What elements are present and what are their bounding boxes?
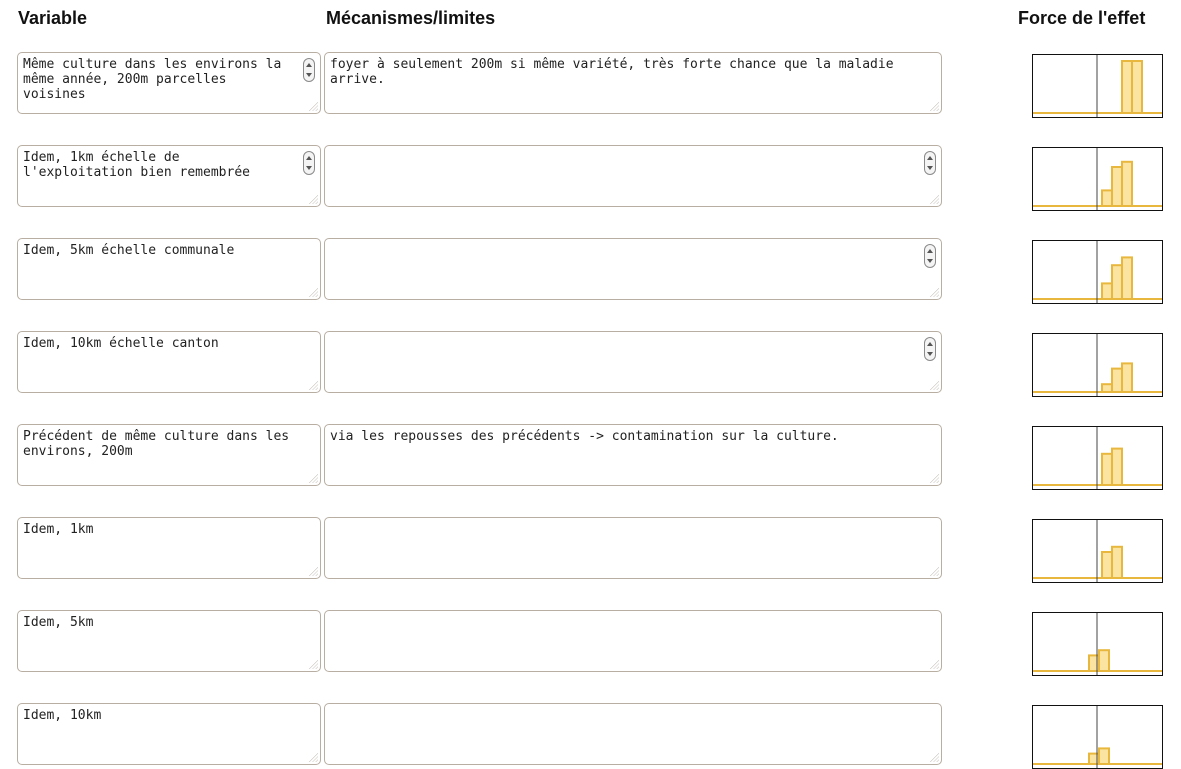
mechanism-textarea[interactable] bbox=[324, 331, 942, 393]
resize-grip-icon[interactable] bbox=[309, 195, 318, 204]
variable-text: Idem, 5km bbox=[23, 615, 94, 630]
table-row: Idem, 10km échelle canton bbox=[0, 331, 1181, 397]
chart-bar bbox=[1111, 447, 1123, 487]
mechanism-textarea[interactable] bbox=[324, 238, 942, 300]
chart-bar bbox=[1121, 256, 1133, 300]
table-row: Idem, 10km bbox=[0, 703, 1181, 769]
resize-grip-icon[interactable] bbox=[309, 474, 318, 483]
chart-bar bbox=[1101, 282, 1113, 301]
variable-text: Idem, 1km bbox=[23, 522, 94, 537]
chart-bar bbox=[1131, 60, 1143, 114]
chart-bar bbox=[1101, 452, 1113, 486]
scroll-stepper-icon[interactable] bbox=[303, 151, 315, 175]
table-row: Idem, 1km bbox=[0, 517, 1181, 583]
resize-grip-icon[interactable] bbox=[930, 660, 939, 669]
scroll-stepper-icon[interactable] bbox=[303, 58, 315, 82]
resize-grip-icon[interactable] bbox=[309, 381, 318, 390]
effect-chart-svg bbox=[1033, 55, 1162, 117]
table-row: Idem, 1km échelle de l'exploitation bien… bbox=[0, 145, 1181, 211]
variable-textarea[interactable]: Idem, 5km échelle communale bbox=[17, 238, 321, 300]
resize-grip-icon[interactable] bbox=[930, 381, 939, 390]
effect-chart-svg bbox=[1033, 427, 1162, 489]
mechanism-text: via les repousses des précédents -> cont… bbox=[330, 429, 839, 444]
table-row: Idem, 5km bbox=[0, 610, 1181, 676]
scroll-stepper-icon[interactable] bbox=[924, 244, 936, 268]
mechanism-textarea[interactable] bbox=[324, 517, 942, 579]
effect-chart[interactable] bbox=[1032, 240, 1163, 304]
effect-chart[interactable] bbox=[1032, 147, 1163, 211]
scroll-stepper-icon[interactable] bbox=[924, 151, 936, 175]
variable-text: Idem, 10km échelle canton bbox=[23, 336, 219, 351]
resize-grip-icon[interactable] bbox=[930, 102, 939, 111]
resize-grip-icon[interactable] bbox=[309, 660, 318, 669]
chart-bar bbox=[1101, 189, 1113, 208]
resize-grip-icon[interactable] bbox=[930, 195, 939, 204]
mechanism-textarea[interactable] bbox=[324, 145, 942, 207]
resize-grip-icon[interactable] bbox=[309, 567, 318, 576]
table-row: Même culture dans les environs la même a… bbox=[0, 52, 1181, 118]
variable-text: Idem, 5km échelle communale bbox=[23, 243, 235, 258]
effect-chart[interactable] bbox=[1032, 612, 1163, 676]
mechanism-textarea[interactable] bbox=[324, 610, 942, 672]
variable-textarea[interactable]: Précédent de même culture dans les envir… bbox=[17, 424, 321, 486]
variable-textarea[interactable]: Idem, 10km bbox=[17, 703, 321, 765]
resize-grip-icon[interactable] bbox=[309, 288, 318, 297]
mechanism-textarea[interactable]: via les repousses des précédents -> cont… bbox=[324, 424, 942, 486]
resize-grip-icon[interactable] bbox=[309, 102, 318, 111]
variable-textarea[interactable]: Idem, 1km échelle de l'exploitation bien… bbox=[17, 145, 321, 207]
header-effect-strength: Force de l'effet bbox=[1018, 8, 1146, 28]
chart-bar bbox=[1111, 367, 1123, 393]
resize-grip-icon[interactable] bbox=[930, 288, 939, 297]
variable-textarea[interactable]: Idem, 10km échelle canton bbox=[17, 331, 321, 393]
table-row: Précédent de même culture dans les envir… bbox=[0, 424, 1181, 490]
variable-textarea[interactable]: Idem, 1km bbox=[17, 517, 321, 579]
header-mechanisms: Mécanismes/limites bbox=[326, 8, 496, 28]
chart-bar bbox=[1098, 747, 1110, 766]
variable-text: Même culture dans les environs la même a… bbox=[23, 57, 290, 102]
resize-grip-icon[interactable] bbox=[930, 753, 939, 762]
effect-chart-svg bbox=[1033, 706, 1162, 768]
chart-bar bbox=[1111, 545, 1123, 579]
variable-textarea[interactable]: Même culture dans les environs la même a… bbox=[17, 52, 321, 114]
resize-grip-icon[interactable] bbox=[309, 753, 318, 762]
chart-bar bbox=[1098, 649, 1110, 672]
effect-chart[interactable] bbox=[1032, 54, 1163, 118]
header-variable: Variable bbox=[18, 8, 88, 28]
mechanism-textarea[interactable] bbox=[324, 703, 942, 765]
effect-chart-svg bbox=[1033, 148, 1162, 210]
mechanism-text: foyer à seulement 200m si même variété, … bbox=[330, 57, 902, 87]
variable-text: Idem, 10km bbox=[23, 708, 102, 723]
variable-text: Idem, 1km échelle de l'exploitation bien… bbox=[23, 150, 250, 180]
chart-bar bbox=[1101, 551, 1113, 579]
chart-bar bbox=[1121, 60, 1133, 114]
effect-chart[interactable] bbox=[1032, 333, 1163, 397]
chart-bar bbox=[1121, 160, 1133, 208]
mechanism-textarea[interactable]: foyer à seulement 200m si même variété, … bbox=[324, 52, 942, 114]
effect-chart[interactable] bbox=[1032, 705, 1163, 769]
effect-chart[interactable] bbox=[1032, 426, 1163, 490]
chart-bar bbox=[1111, 264, 1123, 300]
chart-bar bbox=[1121, 362, 1133, 393]
resize-grip-icon[interactable] bbox=[930, 567, 939, 576]
effect-chart-svg bbox=[1033, 241, 1162, 303]
chart-bar bbox=[1111, 166, 1123, 207]
resize-grip-icon[interactable] bbox=[930, 474, 939, 483]
scroll-stepper-icon[interactable] bbox=[924, 337, 936, 361]
variable-textarea[interactable]: Idem, 5km bbox=[17, 610, 321, 672]
variable-text: Précédent de même culture dans les envir… bbox=[23, 429, 297, 459]
effect-chart-svg bbox=[1033, 334, 1162, 396]
effect-chart-svg bbox=[1033, 520, 1162, 582]
effect-chart[interactable] bbox=[1032, 519, 1163, 583]
table-row: Idem, 5km échelle communale bbox=[0, 238, 1181, 304]
effect-chart-svg bbox=[1033, 613, 1162, 675]
chart-bar bbox=[1101, 383, 1113, 394]
